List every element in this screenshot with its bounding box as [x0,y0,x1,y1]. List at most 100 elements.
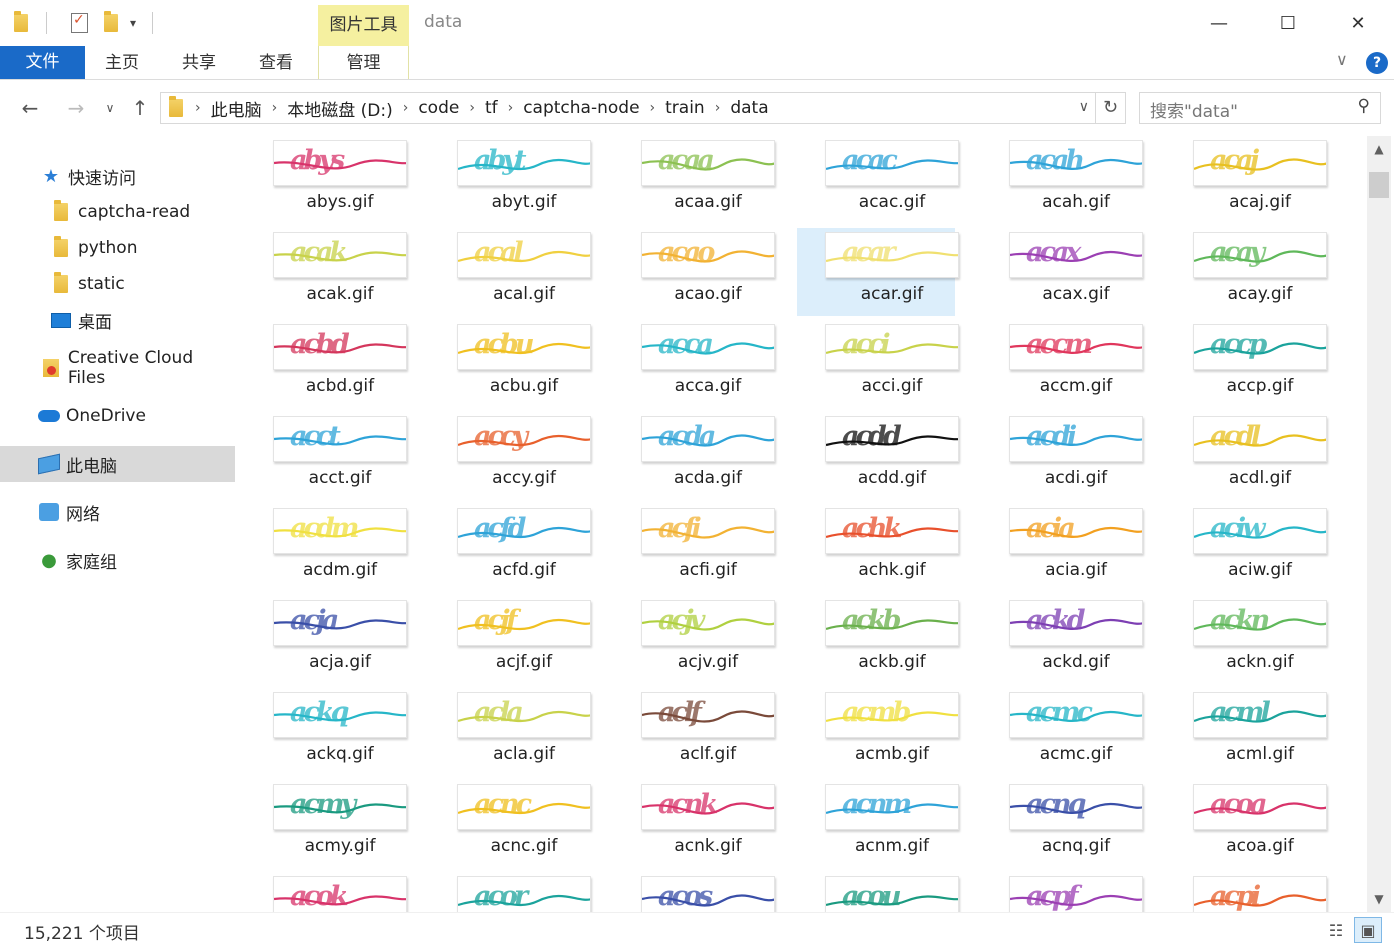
file-tile[interactable]: acao acao.gif [613,228,775,316]
nav-item-captcha-read[interactable]: captcha-read [0,194,235,230]
file-tile[interactable]: acjf acjf.gif [429,596,591,684]
file-tile[interactable]: acjv acjv.gif [613,596,775,684]
file-tile[interactable]: acay acay.gif [1165,228,1327,316]
nav-item-static[interactable]: static [0,266,235,302]
file-tile[interactable]: accm accm.gif [981,320,1143,408]
file-tile[interactable]: acdl acdl.gif [1165,412,1327,500]
breadcrumb-tf[interactable]: tf [485,98,498,118]
file-tile[interactable]: acmc acmc.gif [981,688,1143,776]
file-tile[interactable]: acpi [1165,872,1327,912]
help-icon[interactable]: ? [1366,52,1388,74]
nav-quick-access[interactable]: ★ 快速访问 [0,158,235,194]
file-tile[interactable]: acor [429,872,591,912]
chevron-right-icon[interactable]: › [715,100,721,116]
file-tile[interactable]: aclf aclf.gif [613,688,775,776]
refresh-icon[interactable]: ↻ [1095,93,1125,123]
file-tile[interactable]: acaa acaa.gif [613,136,775,224]
file-tile[interactable]: acda acda.gif [613,412,775,500]
scroll-up-icon[interactable]: ▲ [1367,138,1391,160]
up-arrow-icon[interactable]: ↑ [126,94,154,122]
chevron-right-icon[interactable]: › [403,100,409,116]
file-tile[interactable]: acdi acdi.gif [981,412,1143,500]
tab-home[interactable]: 主页 [105,46,139,79]
file-tile[interactable]: acnk acnk.gif [613,780,775,868]
file-tile[interactable]: ackn ackn.gif [1165,596,1327,684]
expand-ribbon-icon[interactable]: ∨ [1336,50,1348,69]
nav-item-python[interactable]: python [0,230,235,266]
breadcrumb-captcha-node[interactable]: captcha-node [523,98,639,118]
properties-icon[interactable] [71,12,88,33]
file-tile[interactable]: acml acml.gif [1165,688,1327,776]
file-tile[interactable]: acla acla.gif [429,688,591,776]
nav-network[interactable]: 网络 [0,494,235,530]
back-arrow-icon[interactable]: ← [16,94,44,122]
file-tile[interactable]: accy accy.gif [429,412,591,500]
scroll-down-icon[interactable]: ▼ [1367,888,1391,910]
file-tile[interactable]: acpf [981,872,1143,912]
vertical-scrollbar[interactable]: ▲ ▼ [1367,136,1391,912]
file-tile[interactable]: acfd acfd.gif [429,504,591,592]
file-tile[interactable]: acia acia.gif [981,504,1143,592]
address-history-dropdown-icon[interactable]: ∨ [1079,99,1089,115]
scrollbar-thumb[interactable] [1369,172,1389,198]
nav-this-pc[interactable]: 此电脑 [0,446,235,482]
nav-homegroup[interactable]: ● 家庭组 [0,542,235,578]
search-box[interactable]: 搜索"data" ⚲ [1139,92,1381,124]
file-tile[interactable]: achk achk.gif [797,504,959,592]
tab-manage[interactable]: 管理 [318,46,409,79]
chevron-right-icon[interactable]: › [508,100,514,116]
file-tile[interactable]: acdm acdm.gif [245,504,407,592]
tab-view[interactable]: 查看 [259,46,293,79]
forward-arrow-icon[interactable]: → [62,94,90,122]
search-icon[interactable]: ⚲ [1358,96,1370,116]
file-tile[interactable]: acct acct.gif [245,412,407,500]
file-tile[interactable]: acdd acdd.gif [797,412,959,500]
tab-share[interactable]: 共享 [182,46,216,79]
file-tile[interactable]: acja acja.gif [245,596,407,684]
tab-file[interactable]: 文件 [0,46,85,79]
file-tile[interactable]: acfi acfi.gif [613,504,775,592]
file-tile[interactable]: acmb acmb.gif [797,688,959,776]
file-tile[interactable]: acak acak.gif [245,228,407,316]
file-tile[interactable]: ackd ackd.gif [981,596,1143,684]
file-tile[interactable]: acac acac.gif [797,136,959,224]
file-tile[interactable]: acbu acbu.gif [429,320,591,408]
chevron-right-icon[interactable]: › [272,100,278,116]
file-tile[interactable]: acok [245,872,407,912]
file-tile[interactable]: abyt abyt.gif [429,136,591,224]
recent-locations-icon[interactable]: ∨ [96,94,124,122]
breadcrumb-local-disk[interactable]: 本地磁盘 (D:) [287,96,393,121]
close-button[interactable]: ✕ [1333,8,1383,38]
file-tile[interactable]: acoa acoa.gif [1165,780,1327,868]
file-tile[interactable]: acou [797,872,959,912]
file-tile[interactable]: acnq acnq.gif [981,780,1143,868]
file-tile[interactable]: acaj acaj.gif [1165,136,1327,224]
folder-icon[interactable] [14,11,28,32]
file-tile[interactable]: acal acal.gif [429,228,591,316]
file-tile[interactable]: acah acah.gif [981,136,1143,224]
file-tile[interactable]: acca acca.gif [613,320,775,408]
nav-onedrive[interactable]: OneDrive [0,398,235,434]
file-tile[interactable]: acos [613,872,775,912]
file-tile[interactable]: acar acar.gif [797,228,959,316]
minimize-button[interactable]: — [1194,8,1244,38]
nav-item-desktop[interactable]: 桌面 [0,302,235,338]
large-icons-view-icon[interactable]: ▣ [1354,917,1382,943]
file-tile[interactable]: acbd acbd.gif [245,320,407,408]
file-tile[interactable]: accp accp.gif [1165,320,1327,408]
file-tile[interactable]: acci acci.gif [797,320,959,408]
nav-creative-cloud-files[interactable]: Creative Cloud Files [0,348,235,388]
breadcrumb-train[interactable]: train [665,98,705,118]
file-tile[interactable]: abys abys.gif [245,136,407,224]
chevron-right-icon[interactable]: › [195,100,201,116]
chevron-right-icon[interactable]: › [469,100,475,116]
file-tile[interactable]: ackb ackb.gif [797,596,959,684]
file-tile[interactable]: acax acax.gif [981,228,1143,316]
new-folder-icon[interactable] [104,11,118,32]
breadcrumb-data[interactable]: data [730,98,768,118]
file-tile[interactable]: acmy acmy.gif [245,780,407,868]
chevron-right-icon[interactable]: › [650,100,656,116]
file-tile[interactable]: acnm acnm.gif [797,780,959,868]
breadcrumb-this-pc[interactable]: 此电脑 [211,96,262,121]
customize-toolbar-icon[interactable]: ▾ [130,16,136,30]
